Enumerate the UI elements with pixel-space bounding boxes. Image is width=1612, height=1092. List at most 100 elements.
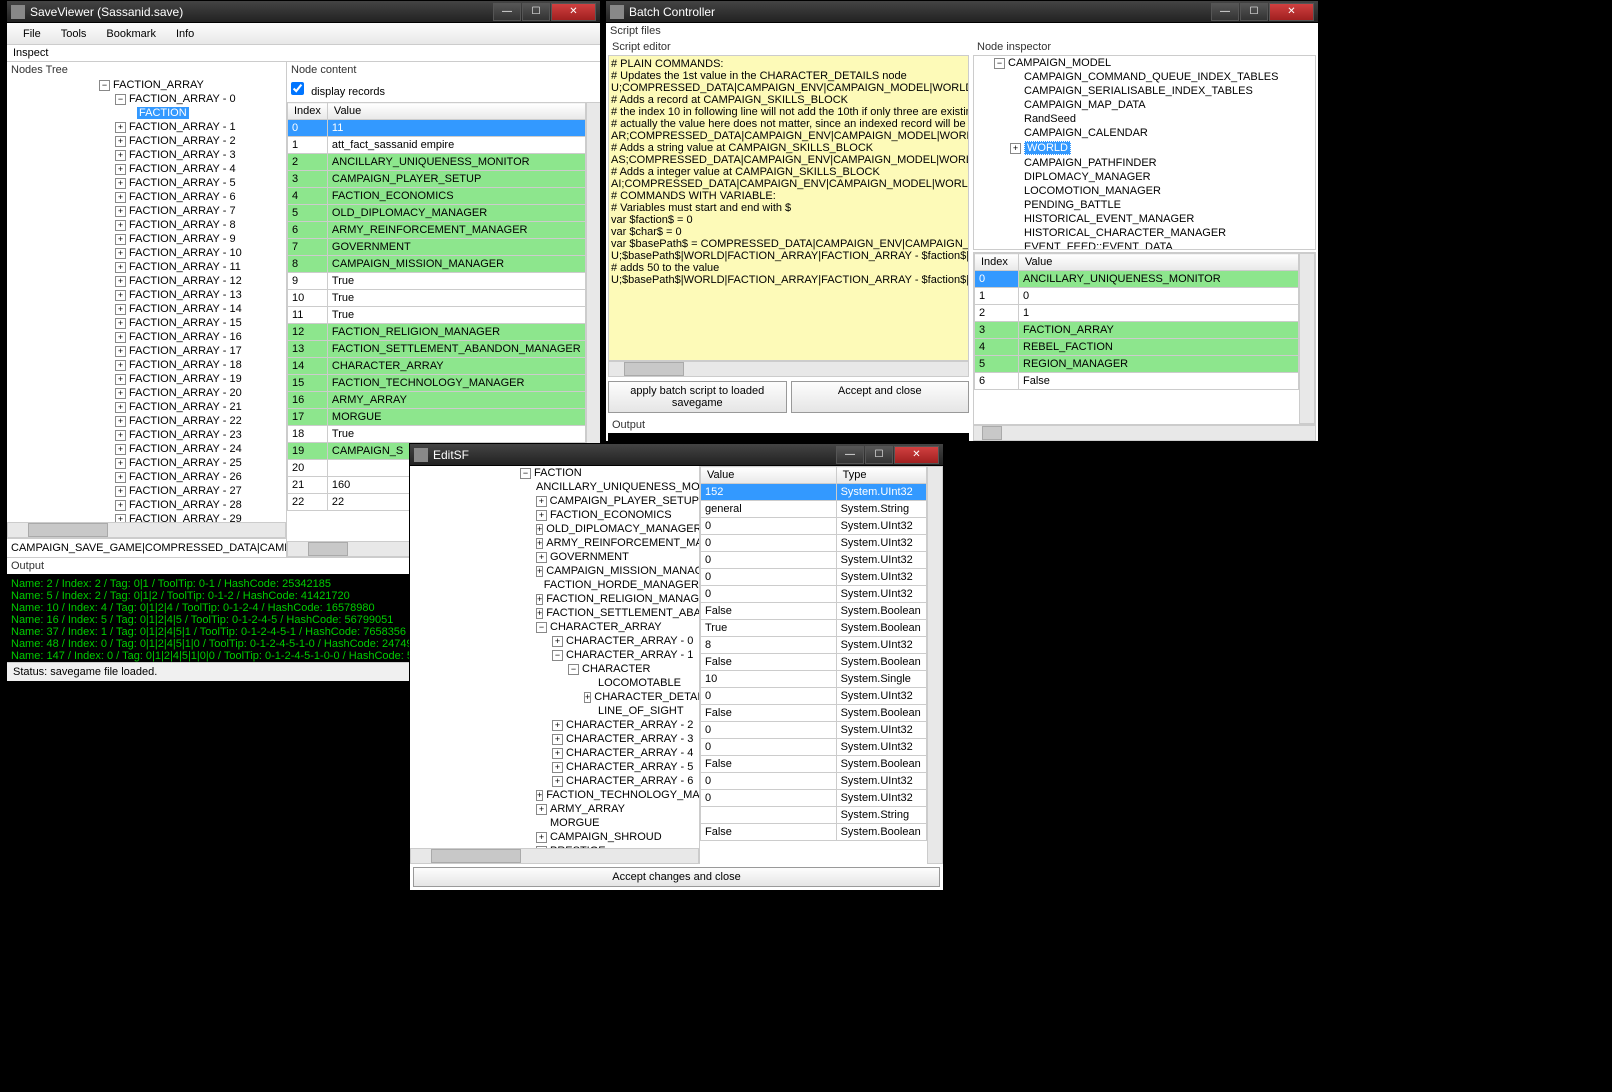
close-button[interactable]: ✕ — [1269, 3, 1314, 21]
table-row[interactable]: 0System.UInt32 — [701, 586, 927, 603]
inspector-hscroll[interactable] — [973, 425, 1316, 441]
table-row[interactable]: 16ARMY_ARRAY — [288, 392, 586, 409]
table-row[interactable]: FalseSystem.Boolean — [701, 654, 927, 671]
tree-node[interactable]: HISTORICAL_CHARACTER_MANAGER — [974, 226, 1315, 240]
tree-node[interactable]: +CAMPAIGN_SHROUD — [410, 830, 699, 844]
minimize-button[interactable]: — — [1211, 3, 1239, 21]
tree-node[interactable]: +WORLD — [974, 140, 1315, 156]
expander-icon[interactable]: + — [552, 776, 563, 787]
display-records-checkbox[interactable]: display records — [291, 86, 385, 98]
editsf-vscroll[interactable] — [927, 466, 943, 864]
table-row[interactable]: 0System.UInt32 — [701, 535, 927, 552]
tree-node[interactable]: +FACTION_ARRAY - 7 — [7, 204, 286, 218]
table-row[interactable]: 10System.Single — [701, 671, 927, 688]
tree-node[interactable]: +CHARACTER_ARRAY - 3 — [410, 732, 699, 746]
tree-node[interactable]: +FACTION_ECONOMICS — [410, 508, 699, 522]
minimize-button[interactable]: — — [493, 3, 521, 21]
table-row[interactable]: 15FACTION_TECHNOLOGY_MANAGER — [288, 375, 586, 392]
expander-icon[interactable]: + — [552, 734, 563, 745]
menu-tools[interactable]: Tools — [51, 28, 97, 40]
expander-icon[interactable]: − — [536, 622, 547, 633]
tree-node[interactable]: HISTORICAL_EVENT_MANAGER — [974, 212, 1315, 226]
editsf-tree-hscroll[interactable] — [410, 848, 699, 864]
table-row[interactable]: 17MORGUE — [288, 409, 586, 426]
maximize-button[interactable]: ☐ — [865, 446, 893, 464]
tree-node[interactable]: −CHARACTER_ARRAY — [410, 620, 699, 634]
tree-node[interactable]: +FACTION_ARRAY - 4 — [7, 162, 286, 176]
tree-node[interactable]: CAMPAIGN_CALENDAR — [974, 126, 1315, 140]
tree-node[interactable]: +FACTION_ARRAY - 11 — [7, 260, 286, 274]
table-row[interactable]: 18True — [288, 426, 586, 443]
script-editor-textarea[interactable]: # PLAIN COMMANDS:# Updates the 1st value… — [608, 55, 969, 361]
tree-node[interactable]: +FACTION_ARRAY - 17 — [7, 344, 286, 358]
table-row[interactable]: 3CAMPAIGN_PLAYER_SETUP — [288, 171, 586, 188]
accept-changes-button[interactable]: Accept changes and close — [413, 867, 940, 887]
tree-node[interactable]: CAMPAIGN_COMMAND_QUEUE_INDEX_TABLES — [974, 70, 1315, 84]
nodes-tree[interactable]: −FACTION_ARRAY−FACTION_ARRAY - 0FACTION+… — [7, 78, 286, 522]
tree-node[interactable]: +FACTION_ARRAY - 8 — [7, 218, 286, 232]
editsf-grid[interactable]: ValueType152System.UInt32generalSystem.S… — [700, 466, 927, 864]
tree-node[interactable]: −FACTION — [410, 466, 699, 480]
table-row[interactable]: 5OLD_DIPLOMACY_MANAGER — [288, 205, 586, 222]
tree-node[interactable]: CAMPAIGN_PATHFINDER — [974, 156, 1315, 170]
menu-info[interactable]: Info — [166, 28, 204, 40]
tree-node[interactable]: +FACTION_ARRAY - 2 — [7, 134, 286, 148]
tree-node[interactable]: +CHARACTER_ARRAY - 5 — [410, 760, 699, 774]
table-row[interactable]: FalseSystem.Boolean — [701, 824, 927, 841]
expander-icon[interactable]: + — [536, 790, 543, 801]
tree-node-selected[interactable]: FACTION — [7, 106, 286, 120]
tree-node[interactable]: +FACTION_ARRAY - 27 — [7, 484, 286, 498]
tree-node[interactable]: +FACTION_SETTLEMENT_ABAN — [410, 606, 699, 620]
expander-icon[interactable]: + — [552, 720, 563, 731]
expander-icon[interactable]: + — [552, 636, 563, 647]
table-row[interactable]: 1att_fact_sassanid empire — [288, 137, 586, 154]
tree-node[interactable]: +FACTION_ARRAY - 1 — [7, 120, 286, 134]
expander-icon[interactable]: − — [552, 650, 563, 661]
tree-node[interactable]: +FACTION_ARRAY - 12 — [7, 274, 286, 288]
maximize-button[interactable]: ☐ — [1240, 3, 1268, 21]
tree-node[interactable]: +CAMPAIGN_MISSION_MANAGE — [410, 564, 699, 578]
expander-icon[interactable]: − — [520, 468, 531, 479]
table-row[interactable]: 0System.UInt32 — [701, 569, 927, 586]
close-button[interactable]: ✕ — [551, 3, 596, 21]
tree-node[interactable]: +FACTION_ARRAY - 16 — [7, 330, 286, 344]
maximize-button[interactable]: ☐ — [522, 3, 550, 21]
tree-node[interactable]: +FACTION_ARRAY - 22 — [7, 414, 286, 428]
table-row[interactable]: 0System.UInt32 — [701, 773, 927, 790]
table-row[interactable]: generalSystem.String — [701, 501, 927, 518]
expander-icon[interactable]: + — [536, 538, 543, 549]
table-row[interactable]: 0System.UInt32 — [701, 790, 927, 807]
editsf-tree[interactable]: −FACTIONANCILLARY_UNIQUENESS_MO+CAMPAIGN… — [410, 466, 699, 848]
table-row[interactable]: 2ANCILLARY_UNIQUENESS_MONITOR — [288, 154, 586, 171]
table-row[interactable]: 0System.UInt32 — [701, 518, 927, 535]
tree-node[interactable]: EVENT_FEED::EVENT_DATA — [974, 240, 1315, 250]
tree-node[interactable]: +FACTION_ARRAY - 26 — [7, 470, 286, 484]
expander-icon[interactable]: + — [536, 804, 547, 815]
table-row[interactable]: 7GOVERNMENT — [288, 239, 586, 256]
table-row[interactable]: 6ARMY_REINFORCEMENT_MANAGER — [288, 222, 586, 239]
tree-node[interactable]: LOCOMOTABLE — [410, 676, 699, 690]
minimize-button[interactable]: — — [836, 446, 864, 464]
expander-icon[interactable]: + — [552, 748, 563, 759]
tree-node[interactable]: +ARMY_REINFORCEMENT_MAN — [410, 536, 699, 550]
table-row[interactable]: 4REBEL_FACTION — [975, 339, 1299, 356]
tree-node[interactable]: +FACTION_ARRAY - 5 — [7, 176, 286, 190]
table-row[interactable]: FalseSystem.Boolean — [701, 705, 927, 722]
tree-node[interactable]: −FACTION_ARRAY - 0 — [7, 92, 286, 106]
table-row[interactable]: 5REGION_MANAGER — [975, 356, 1299, 373]
tree-node[interactable]: +ARMY_ARRAY — [410, 802, 699, 816]
table-row[interactable]: System.String — [701, 807, 927, 824]
tree-node[interactable]: +GOVERNMENT — [410, 550, 699, 564]
tree-node[interactable]: +FACTION_ARRAY - 19 — [7, 372, 286, 386]
titlebar[interactable]: SaveViewer (Sassanid.save) — ☐ ✕ — [7, 1, 600, 23]
expander-icon[interactable]: + — [584, 692, 591, 703]
table-row[interactable]: 152System.UInt32 — [701, 484, 927, 501]
tree-node[interactable]: +FACTION_TECHNOLOGY_MANA — [410, 788, 699, 802]
table-row[interactable]: 011 — [288, 120, 586, 137]
table-row[interactable]: 0System.UInt32 — [701, 688, 927, 705]
titlebar[interactable]: Batch Controller — ☐ ✕ — [606, 1, 1318, 23]
tree-node[interactable]: +FACTION_ARRAY - 13 — [7, 288, 286, 302]
expander-icon[interactable]: + — [536, 832, 547, 843]
tree-hscroll[interactable] — [7, 522, 286, 538]
tree-node[interactable]: +FACTION_ARRAY - 23 — [7, 428, 286, 442]
